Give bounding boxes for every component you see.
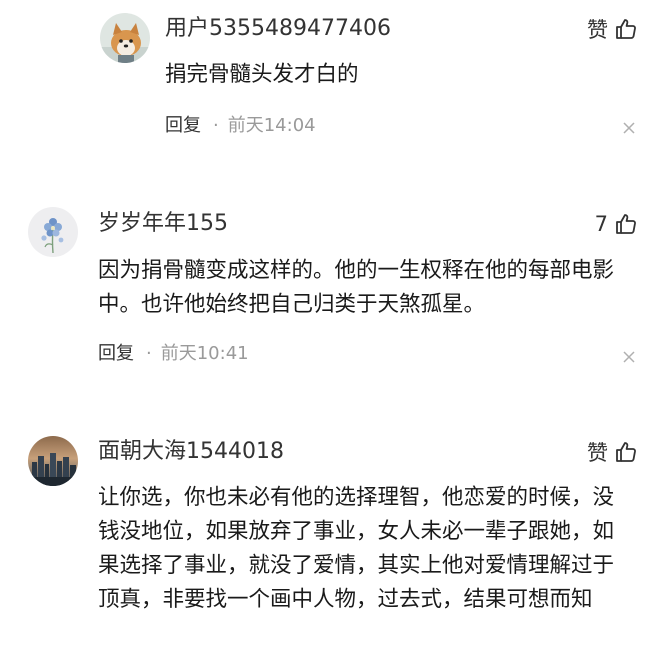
thumbs-up-icon bbox=[616, 442, 636, 462]
timestamp: 前天14:04 bbox=[227, 115, 316, 136]
comment-meta: 回复 · 前天14:04 bbox=[165, 114, 316, 138]
blue-flower-avatar-icon bbox=[28, 207, 78, 257]
separator: · bbox=[213, 115, 219, 136]
username[interactable]: 岁岁年年155 bbox=[98, 209, 228, 239]
thumbs-up-icon bbox=[616, 214, 636, 234]
comment-text: 因为捐骨髓变成这样的。他的一生权释在他的每部电影中。也许他始终把自己归类于天煞孤… bbox=[98, 258, 615, 317]
user-avatar[interactable] bbox=[100, 13, 150, 63]
comment-text: 捐完骨髓头发才白的 bbox=[165, 62, 359, 87]
shiba-dog-avatar-icon bbox=[100, 13, 150, 63]
username[interactable]: 用户5355489477406 bbox=[165, 14, 391, 44]
user-avatar[interactable] bbox=[28, 207, 78, 257]
like-label: 赞 bbox=[587, 441, 608, 465]
separator: · bbox=[146, 343, 152, 364]
like-button[interactable]: 赞 bbox=[587, 437, 638, 467]
like-button[interactable]: 7 bbox=[595, 209, 638, 239]
thumbs-up-icon bbox=[616, 19, 636, 39]
reply-button[interactable]: 回复 bbox=[165, 114, 201, 138]
timestamp: 前天10:41 bbox=[160, 343, 249, 364]
comment-text: 让你选，你也未必有他的选择理智，他恋爱的时候，没钱没地位，如果放弃了事业，女人未… bbox=[98, 485, 615, 612]
like-button[interactable]: 赞 bbox=[587, 14, 638, 44]
city-skyline-avatar-icon bbox=[28, 436, 78, 486]
close-icon[interactable] bbox=[622, 121, 636, 135]
like-count: 7 bbox=[594, 212, 608, 236]
close-icon[interactable] bbox=[622, 350, 636, 364]
user-avatar[interactable] bbox=[28, 436, 78, 486]
comment-item: 岁岁年年155 7 因为捐骨髓变成这样的。他的一生权释在他的每部电影中。也许他始… bbox=[0, 195, 660, 395]
comment-item: 面朝大海1544018 赞 让你选，你也未必有他的选择理智，他恋爱的时候，没钱没… bbox=[0, 422, 660, 671]
comment-item: 用户5355489477406 赞 捐完骨髓头发才白的 回复 · 前天14:04 bbox=[0, 0, 660, 170]
comment-meta: 回复 · 前天10:41 bbox=[98, 342, 249, 366]
username[interactable]: 面朝大海1544018 bbox=[98, 437, 284, 467]
like-label: 赞 bbox=[587, 18, 608, 42]
reply-button[interactable]: 回复 bbox=[98, 342, 134, 366]
